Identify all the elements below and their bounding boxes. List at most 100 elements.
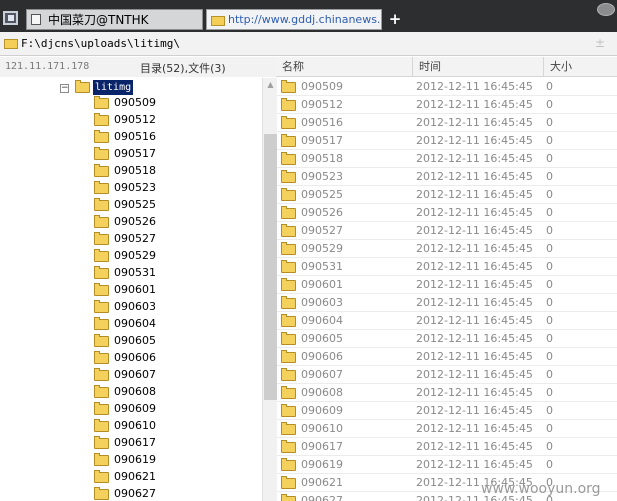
tree-item[interactable]: 090527 bbox=[94, 231, 254, 248]
tree-item[interactable]: 090516 bbox=[94, 129, 254, 146]
address-expand-icon[interactable]: ± bbox=[595, 36, 605, 50]
file-row[interactable]: 090523 2012-12-11 16:45:45 0 bbox=[277, 168, 617, 186]
folder-icon bbox=[94, 487, 109, 500]
folder-icon bbox=[281, 458, 296, 471]
folder-icon bbox=[281, 494, 296, 501]
folder-icon bbox=[281, 476, 296, 489]
file-size: 0 bbox=[546, 134, 553, 147]
file-row[interactable]: 090607 2012-12-11 16:45:45 0 bbox=[277, 366, 617, 384]
file-name: 090607 bbox=[301, 368, 343, 381]
file-row[interactable]: 090601 2012-12-11 16:45:45 0 bbox=[277, 276, 617, 294]
file-row[interactable]: 090605 2012-12-11 16:45:45 0 bbox=[277, 330, 617, 348]
tree-item-label: 090518 bbox=[114, 164, 156, 177]
file-row[interactable]: 090606 2012-12-11 16:45:45 0 bbox=[277, 348, 617, 366]
scroll-up-icon[interactable]: ▲ bbox=[264, 78, 277, 91]
tree-item-label: 090604 bbox=[114, 317, 156, 330]
tree-item[interactable]: 090518 bbox=[94, 163, 254, 180]
folder-icon bbox=[281, 350, 296, 363]
file-row[interactable]: 090619 2012-12-11 16:45:45 0 bbox=[277, 456, 617, 474]
tree-item[interactable]: 090509 bbox=[94, 95, 254, 112]
file-size: 0 bbox=[546, 260, 553, 273]
tree-root-label[interactable]: litimg bbox=[93, 80, 134, 95]
folder-icon bbox=[94, 436, 109, 449]
tree-item[interactable]: 090604 bbox=[94, 316, 254, 333]
file-row[interactable]: 090516 2012-12-11 16:45:45 0 bbox=[277, 114, 617, 132]
page-icon bbox=[31, 14, 41, 25]
tree-item[interactable]: 090627 bbox=[94, 486, 254, 501]
file-row[interactable]: 090531 2012-12-11 16:45:45 0 bbox=[277, 258, 617, 276]
tree-item[interactable]: 090603 bbox=[94, 299, 254, 316]
tree-item[interactable]: 090525 bbox=[94, 197, 254, 214]
tab-caidao[interactable]: 中国菜刀@TNTHK bbox=[26, 9, 203, 30]
file-row[interactable]: 090603 2012-12-11 16:45:45 0 bbox=[277, 294, 617, 312]
folder-icon bbox=[281, 206, 296, 219]
folder-icon bbox=[94, 351, 109, 364]
folder-icon bbox=[94, 402, 109, 415]
tree-item[interactable]: 090619 bbox=[94, 452, 254, 469]
tab-label: http://www.gddj.chinanews.c... bbox=[228, 13, 382, 26]
file-row[interactable]: 090527 2012-12-11 16:45:45 0 bbox=[277, 222, 617, 240]
collapse-icon[interactable]: − bbox=[60, 84, 69, 93]
file-row[interactable]: 090529 2012-12-11 16:45:45 0 bbox=[277, 240, 617, 258]
file-row[interactable]: 090512 2012-12-11 16:45:45 0 bbox=[277, 96, 617, 114]
tree-item-label: 090525 bbox=[114, 198, 156, 211]
folder-icon bbox=[281, 242, 296, 255]
file-row[interactable]: 090610 2012-12-11 16:45:45 0 bbox=[277, 420, 617, 438]
column-name-header[interactable]: 名称 bbox=[276, 57, 413, 76]
tree-item-label: 090619 bbox=[114, 453, 156, 466]
folder-icon bbox=[94, 317, 109, 330]
scroll-thumb[interactable] bbox=[264, 134, 277, 400]
file-name: 090627 bbox=[301, 494, 343, 501]
tree-item[interactable]: 090607 bbox=[94, 367, 254, 384]
file-size: 0 bbox=[546, 368, 553, 381]
tree-item[interactable]: 090609 bbox=[94, 401, 254, 418]
file-row[interactable]: 090604 2012-12-11 16:45:45 0 bbox=[277, 312, 617, 330]
tree-item[interactable]: 090523 bbox=[94, 180, 254, 197]
file-row[interactable]: 090526 2012-12-11 16:45:45 0 bbox=[277, 204, 617, 222]
file-size: 0 bbox=[546, 152, 553, 165]
file-time: 2012-12-11 16:45:45 bbox=[416, 404, 533, 417]
file-name: 090608 bbox=[301, 386, 343, 399]
info-bar: 121.11.171.178 目录(52),文件(3) bbox=[0, 57, 276, 77]
file-time: 2012-12-11 16:45:45 bbox=[416, 224, 533, 237]
file-name: 090531 bbox=[301, 260, 343, 273]
file-row[interactable]: 090525 2012-12-11 16:45:45 0 bbox=[277, 186, 617, 204]
tree-item[interactable]: 090529 bbox=[94, 248, 254, 265]
tree-item[interactable]: 090606 bbox=[94, 350, 254, 367]
file-size: 0 bbox=[546, 386, 553, 399]
address-path-input[interactable]: F:\djcns\uploads\litimg\ bbox=[21, 37, 180, 50]
tree-item[interactable]: 090617 bbox=[94, 435, 254, 452]
file-row[interactable]: 090617 2012-12-11 16:45:45 0 bbox=[277, 438, 617, 456]
tree-item[interactable]: 090526 bbox=[94, 214, 254, 231]
tree-item[interactable]: 090621 bbox=[94, 469, 254, 486]
file-size: 0 bbox=[546, 278, 553, 291]
tree-item-label: 090621 bbox=[114, 470, 156, 483]
menu-icon[interactable] bbox=[597, 3, 615, 16]
tree-item[interactable]: 090605 bbox=[94, 333, 254, 350]
tree-item[interactable]: 090608 bbox=[94, 384, 254, 401]
tree-item-label: 090610 bbox=[114, 419, 156, 432]
tree-item[interactable]: 090512 bbox=[94, 112, 254, 129]
new-tab-button[interactable]: + bbox=[387, 10, 403, 28]
tree-item-label: 090527 bbox=[114, 232, 156, 245]
column-size-header[interactable]: 大小 bbox=[544, 57, 617, 76]
file-row[interactable]: 090518 2012-12-11 16:45:45 0 bbox=[277, 150, 617, 168]
tree-item[interactable]: 090531 bbox=[94, 265, 254, 282]
sidebar-toggle-icon[interactable] bbox=[3, 11, 18, 25]
folder-icon bbox=[281, 134, 296, 147]
tree-item[interactable]: 090601 bbox=[94, 282, 254, 299]
file-time: 2012-12-11 16:45:45 bbox=[416, 260, 533, 273]
file-row[interactable]: 090608 2012-12-11 16:45:45 0 bbox=[277, 384, 617, 402]
folder-icon bbox=[94, 300, 109, 313]
watermark: www.wooyun.org bbox=[481, 481, 601, 497]
tree-item[interactable]: 090610 bbox=[94, 418, 254, 435]
tab-file-manager[interactable]: http://www.gddj.chinanews.c... bbox=[206, 9, 382, 30]
tree-scrollbar[interactable]: ▲ bbox=[262, 78, 277, 501]
folder-icon bbox=[94, 96, 109, 109]
file-row[interactable]: 090609 2012-12-11 16:45:45 0 bbox=[277, 402, 617, 420]
tree-item[interactable]: 090517 bbox=[94, 146, 254, 163]
file-row[interactable]: 090517 2012-12-11 16:45:45 0 bbox=[277, 132, 617, 150]
column-time-header[interactable]: 时间 bbox=[413, 57, 544, 76]
file-row[interactable]: 090509 2012-12-11 16:45:45 0 bbox=[277, 78, 617, 96]
file-time: 2012-12-11 16:45:45 bbox=[416, 80, 533, 93]
